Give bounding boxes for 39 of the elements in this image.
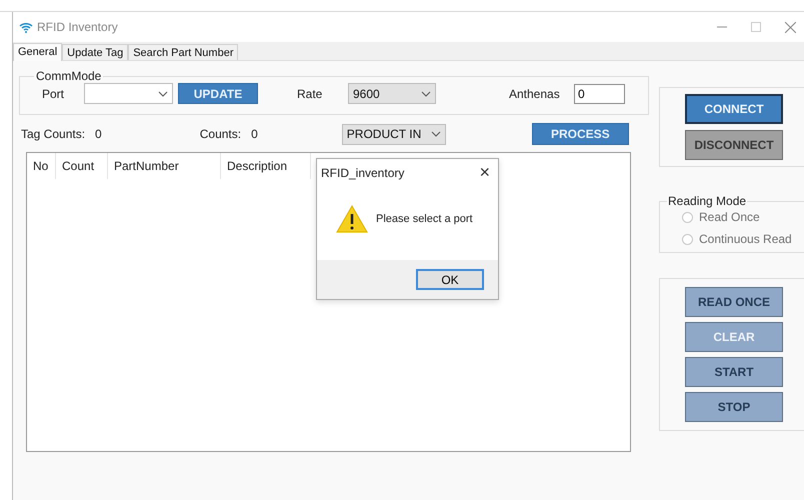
column-header[interactable]: No	[27, 153, 56, 179]
tag-counts-value: 0	[95, 127, 102, 141]
group-title: Reading Mode	[667, 194, 748, 208]
tab[interactable]: General	[13, 43, 62, 61]
chevron-down-icon	[430, 131, 441, 137]
antennas-label: Anthenas	[509, 86, 561, 100]
connection-button[interactable]: DISCONNECT	[685, 130, 783, 160]
update-button[interactable]: UPDATE	[178, 83, 258, 104]
column-header[interactable]: PartNumber	[108, 153, 221, 179]
chevron-down-icon	[158, 90, 168, 96]
wifi-icon	[19, 22, 33, 32]
ok-button[interactable]: OK	[416, 269, 484, 290]
column-header[interactable]: Count	[56, 153, 108, 179]
process-button[interactable]: PROCESS	[532, 123, 629, 145]
close-icon[interactable]	[785, 22, 796, 32]
action-button[interactable]: START	[685, 357, 783, 387]
window-title: RFID Inventory	[37, 20, 118, 34]
rate-dropdown[interactable]: 9600	[348, 83, 436, 104]
tab[interactable]: Update Tag	[62, 44, 128, 60]
warning-icon	[336, 205, 368, 233]
group-title: CommMode	[35, 69, 102, 83]
counts-label: Counts:	[200, 127, 242, 141]
connection-button[interactable]: CONNECT	[685, 94, 783, 124]
dialog-message: Please select a port	[376, 213, 473, 225]
dialog-title: RFID_inventory	[321, 166, 404, 180]
tab[interactable]: Search Part Number	[128, 44, 238, 60]
tag-counts-label: Tag Counts:	[21, 127, 86, 141]
rate-label: Rate	[297, 86, 324, 100]
chevron-down-icon	[421, 90, 431, 96]
close-icon[interactable]: ×	[479, 162, 490, 183]
mode-dropdown[interactable]: PRODUCT IN	[342, 124, 446, 144]
counts-value: 0	[251, 127, 258, 141]
column-header[interactable]: Description	[221, 153, 311, 179]
maximize-icon[interactable]	[751, 22, 761, 32]
action-button[interactable]: READ ONCE	[685, 287, 783, 317]
port-label: Port	[42, 86, 66, 100]
action-button[interactable]: STOP	[685, 392, 783, 422]
port-dropdown[interactable]	[84, 83, 173, 104]
antennas-field[interactable]: 0	[574, 84, 625, 104]
